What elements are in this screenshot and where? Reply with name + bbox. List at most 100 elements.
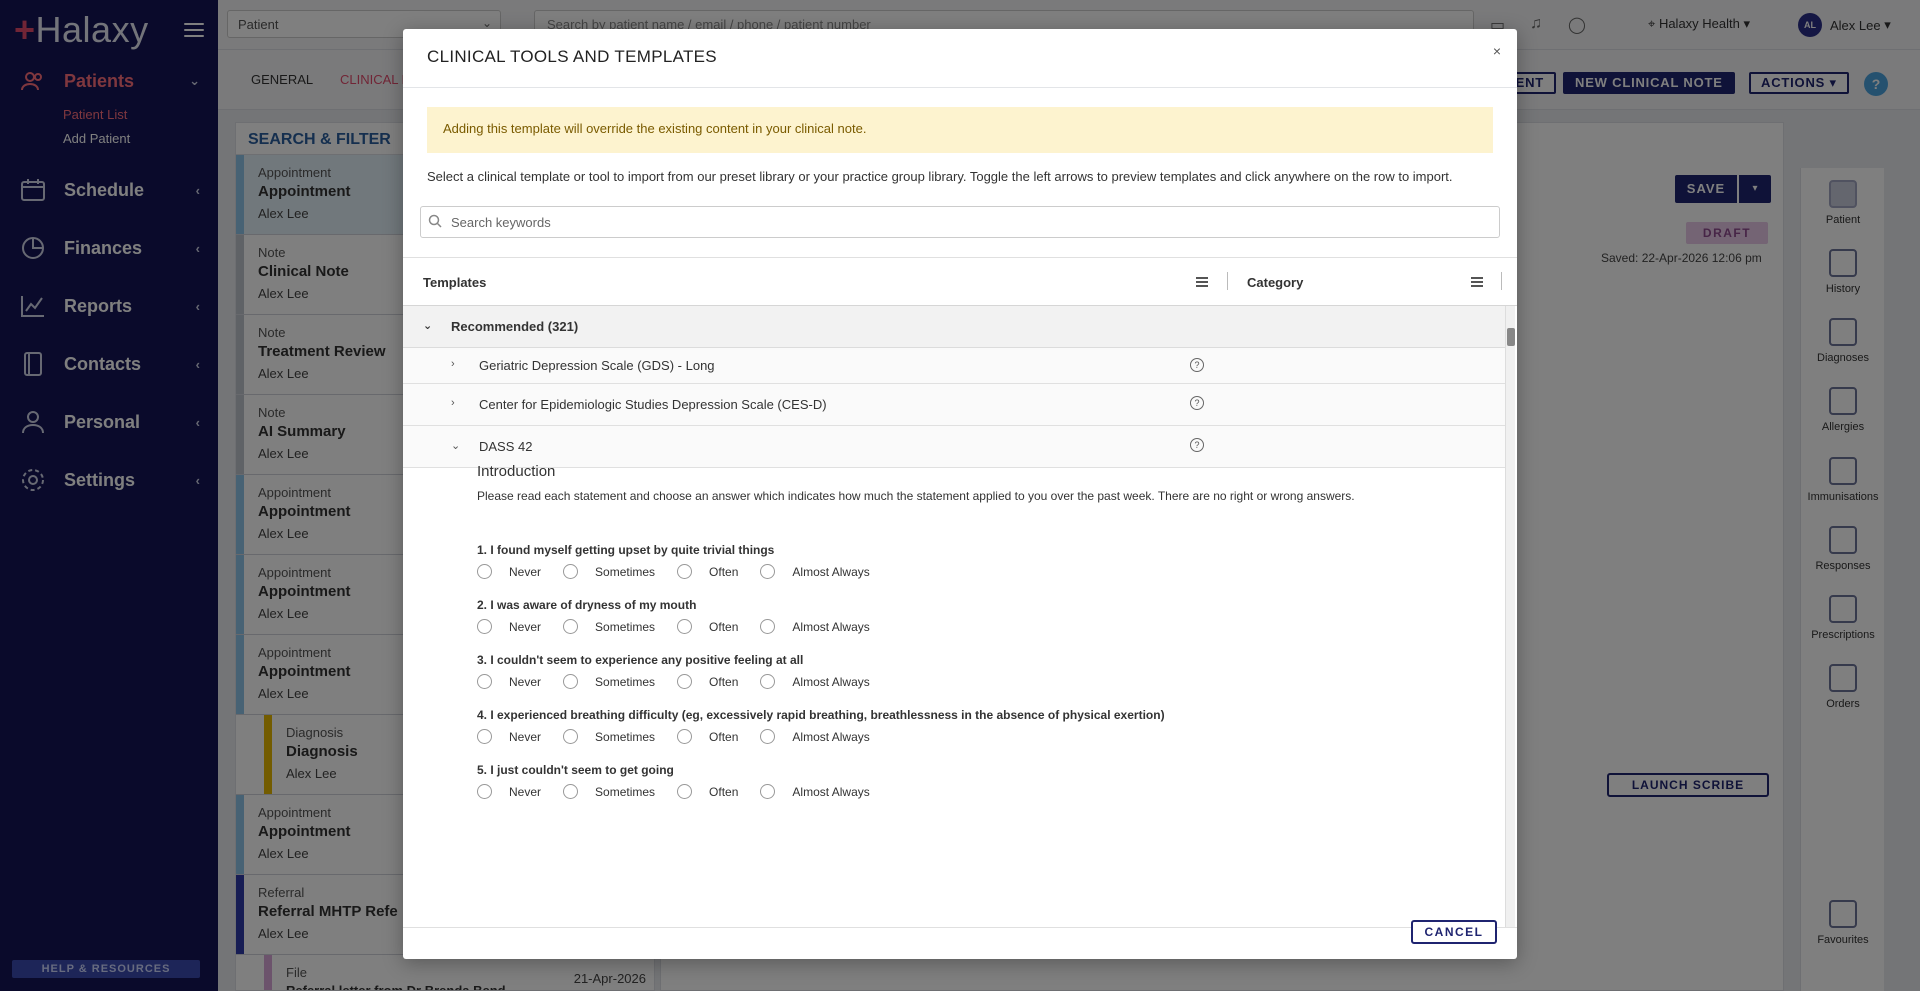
radio-option-sometimes[interactable]: Sometimes [563, 674, 655, 689]
chevron-down-icon[interactable]: ⌄ [423, 319, 432, 332]
preview-intro: Please read each statement and choose an… [477, 489, 1355, 503]
column-header-category[interactable]: Category [1247, 275, 1303, 290]
question-text: 1. I found myself getting upset by quite… [477, 543, 775, 557]
table-row[interactable]: › Geriatric Depression Scale (GDS) - Lon… [403, 348, 1505, 384]
option-label: Often [709, 619, 739, 634]
radio-button[interactable] [477, 619, 492, 634]
modal-title: CLINICAL TOOLS AND TEMPLATES [427, 47, 717, 66]
radio-option-often[interactable]: Often [677, 564, 738, 579]
help-circle-icon[interactable]: ? [1190, 438, 1204, 452]
grid-header: Templates Category [403, 258, 1517, 306]
column-header-templates[interactable]: Templates [423, 275, 486, 290]
radio-option-never[interactable]: Never [477, 564, 541, 579]
option-label: Often [709, 564, 739, 579]
option-label: Never [509, 784, 542, 799]
radio-option-almost-always[interactable]: Almost Always [760, 729, 870, 744]
table-row[interactable]: › Center for Epidemiologic Studies Depre… [403, 384, 1505, 426]
question-block: 5. I just couldn't seem to get going Nev… [477, 763, 1477, 799]
option-label: Almost Always [792, 729, 870, 744]
radio-option-sometimes[interactable]: Sometimes [563, 619, 655, 634]
option-label: Almost Always [792, 564, 870, 579]
help-circle-icon[interactable]: ? [1190, 358, 1204, 372]
radio-option-never[interactable]: Never [477, 729, 541, 744]
option-label: Almost Always [792, 674, 870, 689]
radio-option-never[interactable]: Never [477, 784, 541, 799]
option-label: Never [509, 564, 542, 579]
group-label: Recommended (321) [451, 319, 579, 334]
option-label: Often [709, 674, 739, 689]
radio-button[interactable] [677, 619, 693, 634]
answer-options: Never Sometimes Often Almost Always [477, 619, 1477, 634]
answer-options: Never Sometimes Often Almost Always [477, 564, 1477, 579]
radio-button[interactable] [563, 674, 579, 689]
radio-option-often[interactable]: Often [677, 729, 738, 744]
help-circle-icon[interactable]: ? [1190, 396, 1204, 410]
answer-options: Never Sometimes Often Almost Always [477, 729, 1477, 744]
scrollbar-thumb[interactable] [1507, 328, 1515, 346]
chevron-right-icon[interactable]: › [451, 358, 455, 370]
preview-heading: Introduction [477, 463, 556, 480]
question-block: 1. I found myself getting upset by quite… [477, 543, 1477, 579]
table-row[interactable]: ⌄ DASS 42 ? [403, 426, 1505, 468]
option-label: Never [509, 674, 542, 689]
grid-scrollbar[interactable] [1505, 306, 1515, 927]
column-resize-handle[interactable] [1501, 272, 1502, 290]
chevron-right-icon[interactable]: › [451, 397, 455, 409]
radio-option-often[interactable]: Often [677, 619, 738, 634]
question-block: 4. I experienced breathing difficulty (e… [477, 708, 1477, 744]
radio-option-often[interactable]: Often [677, 674, 738, 689]
option-label: Sometimes [595, 619, 656, 634]
option-label: Sometimes [595, 729, 656, 744]
radio-button[interactable] [760, 674, 776, 689]
radio-button[interactable] [677, 564, 693, 579]
group-row-recommended[interactable]: ⌄ Recommended (321) [403, 306, 1505, 348]
radio-button[interactable] [563, 619, 579, 634]
option-label: Almost Always [792, 784, 870, 799]
radio-option-almost-always[interactable]: Almost Always [760, 564, 870, 579]
question-text: 5. I just couldn't seem to get going [477, 763, 674, 777]
clinical-tools-modal: CLINICAL TOOLS AND TEMPLATES × Adding th… [403, 29, 1517, 959]
radio-option-almost-always[interactable]: Almost Always [760, 784, 870, 799]
radio-option-never[interactable]: Never [477, 674, 541, 689]
option-label: Never [509, 729, 542, 744]
radio-button[interactable] [760, 784, 776, 799]
question-text: 4. I experienced breathing difficulty (e… [477, 708, 1165, 722]
radio-button[interactable] [477, 564, 492, 579]
close-icon[interactable]: × [1493, 43, 1501, 59]
radio-button[interactable] [760, 729, 776, 744]
answer-options: Never Sometimes Often Almost Always [477, 784, 1477, 799]
column-menu-icon[interactable] [1471, 275, 1483, 290]
radio-option-often[interactable]: Often [677, 784, 738, 799]
templates-grid: Templates Category ⌄ Recommended (321) ›… [403, 257, 1517, 928]
template-search-input[interactable]: Search keywords [420, 206, 1500, 238]
radio-option-almost-always[interactable]: Almost Always [760, 619, 870, 634]
option-label: Almost Always [792, 619, 870, 634]
radio-option-sometimes[interactable]: Sometimes [563, 784, 655, 799]
modal-instructions: Select a clinical template or tool to im… [427, 169, 1453, 184]
radio-option-sometimes[interactable]: Sometimes [563, 564, 655, 579]
radio-button[interactable] [563, 784, 579, 799]
column-menu-icon[interactable] [1196, 275, 1208, 290]
radio-button[interactable] [477, 729, 492, 744]
template-name: DASS 42 [479, 439, 533, 454]
radio-button[interactable] [760, 619, 776, 634]
chevron-down-icon[interactable]: ⌄ [451, 439, 460, 452]
radio-button[interactable] [760, 564, 776, 579]
radio-option-almost-always[interactable]: Almost Always [760, 674, 870, 689]
radio-button[interactable] [477, 674, 492, 689]
answer-options: Never Sometimes Often Almost Always [477, 674, 1477, 689]
cancel-button[interactable]: CANCEL [1411, 920, 1497, 944]
modal-divider [403, 87, 1517, 88]
radio-button[interactable] [677, 674, 693, 689]
radio-button[interactable] [477, 784, 492, 799]
radio-button[interactable] [563, 729, 579, 744]
radio-button[interactable] [677, 784, 693, 799]
option-label: Never [509, 619, 542, 634]
radio-button[interactable] [563, 564, 579, 579]
template-name: Geriatric Depression Scale (GDS) - Long [479, 358, 715, 373]
radio-option-never[interactable]: Never [477, 619, 541, 634]
search-icon [428, 214, 442, 228]
radio-option-sometimes[interactable]: Sometimes [563, 729, 655, 744]
column-resize-handle[interactable] [1227, 272, 1228, 290]
radio-button[interactable] [677, 729, 693, 744]
